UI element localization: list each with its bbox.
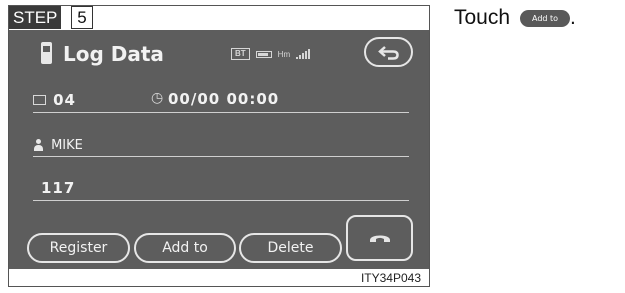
- screen-title: Log Data: [63, 42, 164, 66]
- instruction-text: Touch Add to .: [454, 4, 576, 32]
- back-button[interactable]: [364, 37, 413, 67]
- caption-bar: ITY34P043: [9, 269, 429, 286]
- register-button[interactable]: Register: [27, 233, 130, 263]
- step-label: STEP: [9, 6, 62, 29]
- bluetooth-icon: BT: [231, 48, 250, 60]
- instruction-prefix: Touch: [454, 6, 511, 29]
- add-to-button[interactable]: Add to: [134, 233, 236, 263]
- instruction-suffix: .: [570, 6, 576, 29]
- status-bar: BT Hm: [231, 48, 311, 60]
- list-icon: [33, 94, 46, 105]
- entry-row: 04 ◷ 00/00 00:00: [33, 90, 409, 113]
- handset-icon: [370, 235, 390, 242]
- phone-number: 117: [41, 179, 76, 197]
- signal-strength-icon: [296, 49, 311, 59]
- battery-icon: [255, 50, 272, 58]
- inline-add-to-button: Add to: [520, 9, 571, 27]
- step-number: 5: [71, 6, 93, 29]
- clock-icon: ◷: [151, 90, 164, 106]
- delete-button[interactable]: Delete: [239, 233, 342, 263]
- number-row: 117: [33, 178, 409, 201]
- return-arrow-icon: [378, 46, 399, 60]
- call-button[interactable]: [346, 215, 413, 261]
- person-icon: [33, 138, 43, 151]
- hm-label: Hm: [277, 49, 291, 59]
- figure-code: ITY34P043: [360, 271, 421, 285]
- contact-name: MIKE: [51, 138, 83, 153]
- phone-icon: [41, 42, 52, 64]
- log-data-screen: Log Data BT Hm 04 ◷ 00/00 00:00 MIKE 117…: [9, 30, 429, 269]
- entry-count: 04: [53, 91, 76, 109]
- call-datetime: 00/00 00:00: [168, 90, 280, 108]
- name-row: MIKE: [33, 134, 409, 157]
